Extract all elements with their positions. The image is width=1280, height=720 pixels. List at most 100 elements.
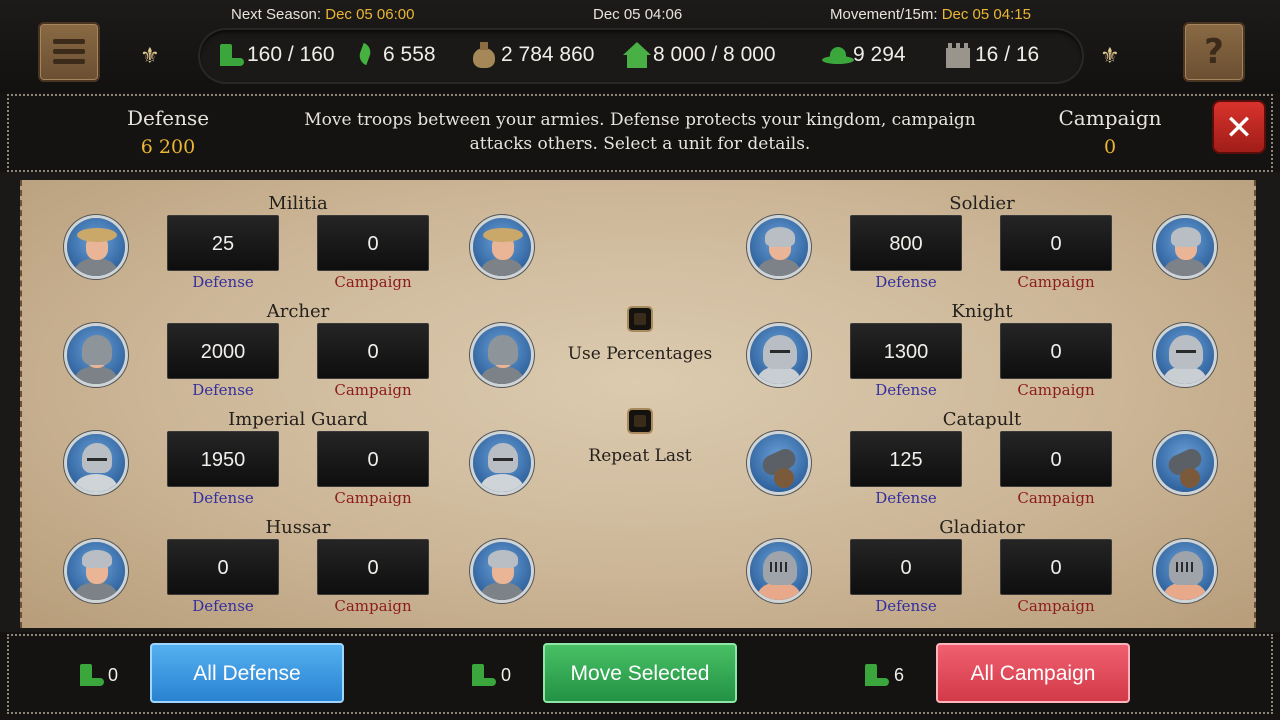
archer-portrait-icon[interactable] — [67, 326, 125, 384]
move-selected-button[interactable]: Move Selected — [543, 643, 737, 703]
resource-value: 8 000 / 8 000 — [653, 43, 776, 66]
imperial-guard-portrait-icon[interactable] — [473, 434, 531, 492]
portrait-visor — [1176, 562, 1196, 572]
campaign-input[interactable]: 0 — [317, 215, 429, 271]
close-button[interactable]: ✕ — [1212, 100, 1266, 154]
portrait-helmet — [765, 227, 795, 247]
house-icon — [622, 42, 651, 68]
money-bag-icon — [470, 42, 498, 68]
defense-input[interactable]: 0 — [167, 539, 279, 595]
boot-icon — [76, 662, 104, 688]
boot-icon — [468, 662, 496, 688]
portrait-helmet — [1171, 227, 1201, 247]
campaign-input[interactable]: 0 — [1000, 539, 1112, 595]
defense-input[interactable]: 2000 — [167, 323, 279, 379]
defense-input[interactable]: 125 — [850, 431, 962, 487]
defense-label: Defense — [875, 273, 937, 291]
portrait-visor — [770, 350, 790, 353]
defense-label: Defense — [192, 273, 254, 291]
archer-portrait-icon[interactable] — [473, 326, 531, 384]
imperial-guard-portrait-icon[interactable] — [67, 434, 125, 492]
hat-icon — [822, 42, 854, 68]
next-season-timer: Next Season: Dec 05 06:00 — [231, 6, 414, 23]
portrait-helmet — [488, 335, 518, 365]
hussar-portrait-icon[interactable] — [473, 542, 531, 600]
defense-title: Defense — [126, 106, 210, 130]
defense-label: Defense — [192, 597, 254, 615]
defense-total: 6 200 — [140, 136, 196, 158]
campaign-selected-count: 6 — [894, 665, 905, 685]
repeat-last-label: Repeat Last — [588, 446, 692, 466]
militia-portrait-icon[interactable] — [67, 218, 125, 276]
unit-name: Hussar — [265, 517, 331, 538]
use-percentages-checkbox[interactable] — [627, 306, 653, 332]
portrait-body — [481, 582, 523, 600]
catapult-portrait-icon[interactable] — [750, 434, 808, 492]
defense-label: Defense — [192, 381, 254, 399]
hamburger-line — [53, 59, 85, 64]
portrait-body — [75, 474, 117, 492]
movement-timer: Movement/15m: Dec 05 04:15 — [830, 6, 1031, 23]
campaign-title: Campaign — [1058, 106, 1162, 130]
use-percentages-label: Use Percentages — [567, 344, 713, 364]
boot-icon — [861, 662, 889, 688]
help-button[interactable]: ? — [1183, 22, 1245, 82]
boot-icon — [216, 42, 244, 68]
soldier-portrait-icon[interactable] — [1156, 218, 1214, 276]
all-campaign-button[interactable]: All Campaign — [936, 643, 1130, 703]
militia-portrait-icon[interactable] — [473, 218, 531, 276]
campaign-input[interactable]: 0 — [1000, 215, 1112, 271]
portrait-visor — [87, 458, 107, 461]
current-time: Dec 05 04:06 — [593, 6, 683, 23]
portrait-body — [481, 258, 523, 276]
defense-input[interactable]: 25 — [167, 215, 279, 271]
resource-population[interactable]: 9 294 — [822, 42, 906, 68]
portrait-body — [481, 366, 523, 384]
catapult-portrait-icon[interactable] — [1156, 434, 1214, 492]
hussar-portrait-icon[interactable] — [67, 542, 125, 600]
all-defense-button[interactable]: All Defense — [150, 643, 344, 703]
campaign-label: Campaign — [1017, 597, 1095, 615]
campaign-input[interactable]: 0 — [1000, 431, 1112, 487]
unit-name: Archer — [266, 301, 330, 322]
next-season-label: Next Season: — [231, 6, 322, 23]
defense-input[interactable]: 1950 — [167, 431, 279, 487]
knight-portrait-icon[interactable] — [750, 326, 808, 384]
resource-housing[interactable]: 8 000 / 8 000 — [622, 42, 776, 68]
campaign-label: Campaign — [1017, 489, 1095, 507]
defense-label: Defense — [875, 381, 937, 399]
soldier-portrait-icon[interactable] — [750, 218, 808, 276]
resource-gold[interactable]: 2 784 860 — [470, 42, 594, 68]
campaign-input[interactable]: 0 — [317, 431, 429, 487]
wheat-ornament-icon: ⚜ — [1100, 44, 1120, 69]
portrait-wheel — [1180, 468, 1200, 488]
hamburger-line — [53, 49, 85, 54]
resource-buildings[interactable]: 16 / 16 — [944, 42, 1039, 68]
gladiator-portrait-icon[interactable] — [1156, 542, 1214, 600]
campaign-input[interactable]: 0 — [1000, 323, 1112, 379]
resource-troops[interactable]: 160 / 160 — [216, 42, 335, 68]
defense-input[interactable]: 800 — [850, 215, 962, 271]
defense-input[interactable]: 1300 — [850, 323, 962, 379]
portrait-body — [75, 582, 117, 600]
defense-input[interactable]: 0 — [850, 539, 962, 595]
campaign-input[interactable]: 0 — [317, 323, 429, 379]
unit-name: Knight — [951, 301, 1013, 322]
campaign-label: Campaign — [1017, 381, 1095, 399]
unit-name: Imperial Guard — [228, 409, 368, 430]
menu-button[interactable] — [38, 22, 100, 82]
resource-food[interactable]: 6 558 — [352, 42, 436, 68]
portrait-body — [1164, 258, 1206, 276]
defense-label: Defense — [875, 597, 937, 615]
knight-portrait-icon[interactable] — [1156, 326, 1214, 384]
portrait-body — [758, 258, 800, 276]
campaign-label: Campaign — [1017, 273, 1095, 291]
unit-name: Soldier — [949, 193, 1015, 214]
gladiator-portrait-icon[interactable] — [750, 542, 808, 600]
unit-name: Militia — [268, 193, 328, 214]
campaign-input[interactable]: 0 — [317, 539, 429, 595]
wheat-ornament-icon: ⚜ — [140, 44, 160, 69]
repeat-last-checkbox[interactable] — [627, 408, 653, 434]
instructions-line: Move troops between your armies. Defense… — [304, 110, 976, 130]
portrait-body — [481, 474, 523, 492]
